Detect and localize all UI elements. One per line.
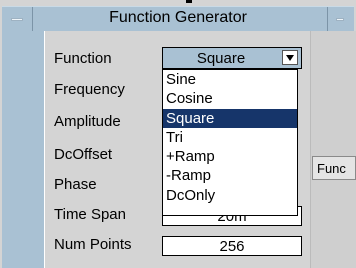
- numpoints-label: Num Points: [54, 236, 132, 253]
- amplitude-label: Amplitude: [54, 113, 121, 130]
- top-marker: [186, 0, 192, 3]
- title-bar[interactable]: Function Generator: [2, 6, 354, 32]
- function-generator-window: Function Generator Func Function Frequen…: [0, 0, 356, 268]
- window-control-button[interactable]: [327, 7, 354, 31]
- dropdown-option-minus-ramp[interactable]: -Ramp: [163, 166, 297, 185]
- function-dropdown-list: Sine Cosine Square Tri +Ramp -Ramp DcOnl…: [162, 69, 298, 216]
- function-select-value: Square: [196, 50, 246, 67]
- func-button[interactable]: Func: [312, 156, 356, 180]
- dropdown-option-plus-ramp[interactable]: +Ramp: [163, 147, 297, 166]
- chevron-down-icon[interactable]: [282, 50, 298, 65]
- right-panel: [310, 31, 356, 268]
- dropdown-option-square[interactable]: Square: [163, 108, 297, 128]
- numpoints-field[interactable]: 256: [162, 236, 302, 256]
- dropdown-option-sine[interactable]: Sine: [163, 70, 297, 89]
- left-panel: [2, 31, 44, 268]
- dropdown-option-tri[interactable]: Tri: [163, 128, 297, 147]
- dcoffset-label: DcOffset: [54, 146, 113, 163]
- dropdown-option-dconly[interactable]: DcOnly: [163, 186, 297, 205]
- phase-label: Phase: [54, 176, 97, 193]
- function-select[interactable]: Square: [162, 47, 302, 69]
- function-label: Function: [54, 50, 112, 67]
- window-title: Function Generator: [109, 9, 247, 26]
- dropdown-option-cosine[interactable]: Cosine: [163, 89, 297, 108]
- restore-bar-icon: [336, 18, 344, 21]
- frequency-label: Frequency: [54, 81, 125, 98]
- timespan-label: Time Span: [54, 206, 126, 223]
